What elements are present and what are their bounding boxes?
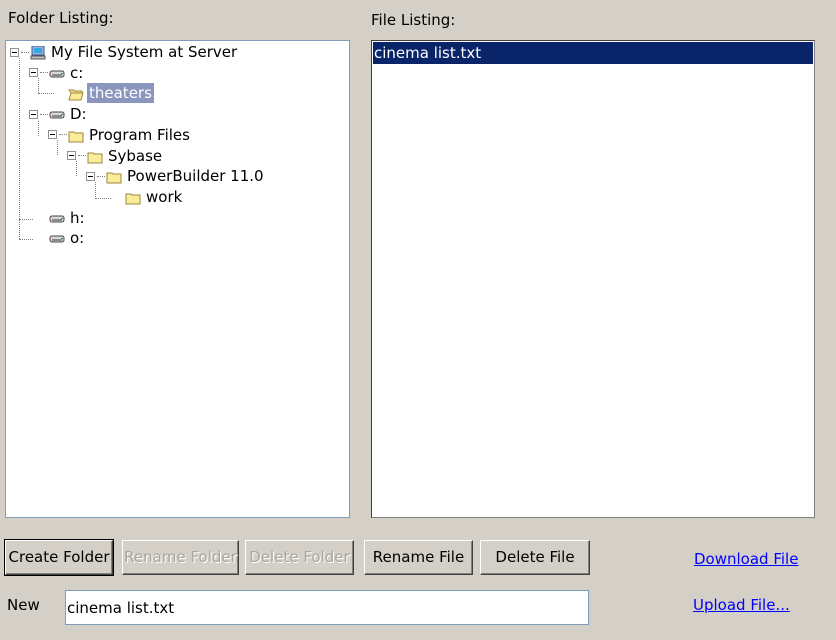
folder-open-icon xyxy=(68,86,84,101)
tree-node[interactable]: Program Files xyxy=(48,125,192,145)
tree-node[interactable]: theaters xyxy=(48,83,154,104)
drive-icon xyxy=(49,231,65,245)
tree-node-label[interactable]: h: xyxy=(68,208,87,228)
tree-node-label[interactable]: theaters xyxy=(87,83,154,104)
file-list-item[interactable]: cinema list.txt xyxy=(373,42,813,64)
delete-file-button[interactable]: Delete File xyxy=(480,540,590,575)
tree-node-label[interactable]: o: xyxy=(68,228,86,248)
drive-icon xyxy=(49,107,65,121)
download-file-link[interactable]: Download File xyxy=(694,550,798,568)
tree-connector xyxy=(40,113,48,115)
tree-node-label[interactable]: Program Files xyxy=(87,125,192,145)
computer-icon xyxy=(30,45,46,60)
collapse-toggle-icon[interactable] xyxy=(29,109,38,119)
tree-node[interactable]: h: xyxy=(29,208,87,228)
new-name-label: New xyxy=(7,596,40,614)
tree-node-label[interactable]: Sybase xyxy=(106,146,164,166)
folder-icon xyxy=(68,128,84,143)
tree-node-label[interactable]: My File System at Server xyxy=(49,42,239,62)
tree-connector xyxy=(21,51,29,53)
delete-folder-button: Delete Folder xyxy=(245,540,354,575)
folder-tree[interactable]: My File System at Server c: theaters D: Prog… xyxy=(5,40,350,518)
tree-node[interactable]: Sybase xyxy=(67,146,164,166)
folder-icon xyxy=(125,190,141,205)
folder-icon xyxy=(106,169,122,184)
drive-icon xyxy=(49,66,65,80)
tree-connector xyxy=(59,134,67,136)
upload-file-link[interactable]: Upload File... xyxy=(693,596,790,614)
new-name-input[interactable] xyxy=(65,590,589,625)
collapse-toggle-icon[interactable] xyxy=(10,47,19,57)
collapse-toggle-icon[interactable] xyxy=(48,130,57,140)
drive-icon xyxy=(49,211,65,225)
tree-node-label[interactable]: PowerBuilder 11.0 xyxy=(125,166,266,186)
folder-icon xyxy=(87,149,103,163)
tree-node[interactable]: My File System at Server xyxy=(10,42,239,62)
tree-node-label[interactable]: c: xyxy=(68,63,85,83)
collapse-toggle-icon[interactable] xyxy=(67,151,76,160)
tree-connector xyxy=(78,155,86,156)
folder-listing-label: Folder Listing: xyxy=(8,9,114,27)
rename-folder-button: Rename Folder xyxy=(122,540,239,575)
tree-connector xyxy=(97,175,105,177)
tree-node[interactable]: o: xyxy=(29,228,86,248)
tree-node[interactable]: D: xyxy=(29,104,89,124)
tree-node[interactable]: PowerBuilder 11.0 xyxy=(86,166,266,186)
tree-node[interactable]: work xyxy=(105,187,184,207)
collapse-toggle-icon[interactable] xyxy=(29,68,38,78)
tree-node-label[interactable]: D: xyxy=(68,104,89,124)
tree-node[interactable]: c: xyxy=(29,63,85,83)
rename-file-button[interactable]: Rename File xyxy=(364,540,473,575)
file-listing-label: File Listing: xyxy=(371,11,456,29)
collapse-toggle-icon[interactable] xyxy=(86,171,95,181)
create-folder-button[interactable]: Create Folder xyxy=(4,539,114,576)
file-list[interactable]: cinema list.txt xyxy=(371,40,815,518)
tree-connector xyxy=(40,72,48,74)
tree-node-label[interactable]: work xyxy=(144,187,184,207)
